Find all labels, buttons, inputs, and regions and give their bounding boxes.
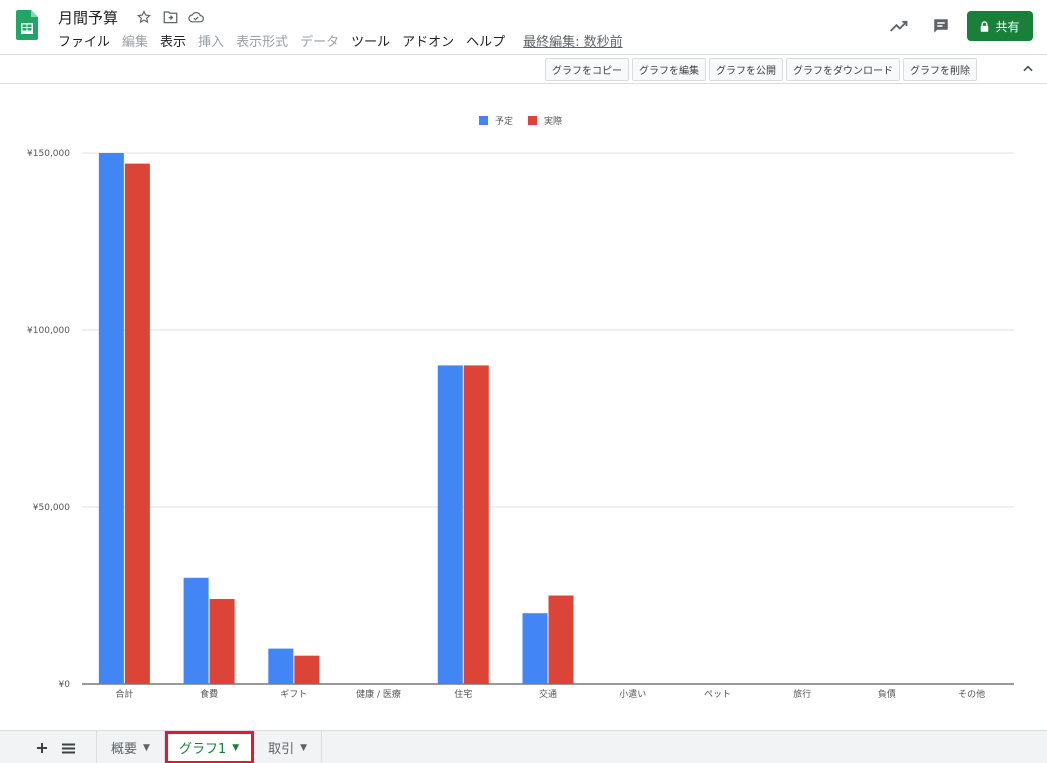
share-button[interactable]: 共有 (967, 11, 1033, 41)
menu-bar: ファイル 編集 表示 挿入 表示形式 データ ツール アドオン ヘルプ 最終編集: 数秒前 (58, 31, 623, 50)
comments-icon[interactable] (925, 11, 957, 41)
add-sheet-icon[interactable] (36, 739, 48, 758)
menu-item-4[interactable]: 表示形式 (236, 31, 288, 50)
tab-dropdown-caret-icon[interactable]: ▼ (300, 743, 307, 753)
all-sheets-menu-icon[interactable] (62, 739, 75, 758)
chart-toolbar-button-4[interactable]: グラフを削除 (903, 58, 977, 81)
y-tick-label: ¥50,000 (33, 503, 70, 513)
bar-actual (124, 163, 150, 684)
cloud-saved-icon[interactable] (188, 9, 204, 25)
bar-planned (98, 153, 124, 684)
legend-swatch (528, 116, 537, 125)
move-folder-icon[interactable] (162, 9, 178, 25)
tab-dropdown-caret-icon[interactable]: ▼ (232, 743, 239, 753)
x-tick-label: 負債 (878, 688, 896, 700)
menu-item-0[interactable]: ファイル (58, 31, 110, 50)
legend-label: 実際 (544, 115, 562, 127)
x-tick-label: 小遣い (619, 688, 646, 700)
y-tick-label: ¥0 (59, 680, 71, 690)
x-tick-label: 食費 (200, 688, 218, 700)
legend-label: 予定 (495, 115, 513, 127)
lock-icon (981, 20, 989, 32)
sheet-tab-label: 取引 (268, 742, 295, 757)
sheet-tab-bar: 概要 ▼ グラフ1 ▼ 取引 ▼ (0, 730, 1047, 763)
menu-item-2[interactable]: 表示 (160, 31, 186, 50)
bar-planned (522, 613, 548, 684)
x-tick-label: ペット (704, 690, 731, 700)
menu-item-3[interactable]: 挿入 (198, 31, 224, 50)
menu-item-7[interactable]: アドオン (402, 31, 454, 50)
y-tick-label: ¥100,000 (27, 326, 70, 336)
collapse-chevron-up-icon[interactable] (1021, 61, 1037, 77)
x-tick-label: 合計 (115, 688, 133, 700)
bar-actual (548, 595, 574, 684)
bar-planned (183, 577, 209, 684)
x-tick-label: 健康 / 医療 (356, 688, 401, 700)
chart-toolbar-button-3[interactable]: グラフをダウンロード (786, 58, 900, 81)
chart-toolbar-button-0[interactable]: グラフをコピー (545, 58, 629, 81)
bar-actual (294, 655, 320, 684)
y-tick-label: ¥150,000 (27, 149, 70, 159)
sheet-tab-label: グラフ1 (178, 742, 227, 757)
tab-dropdown-caret-icon[interactable]: ▼ (143, 743, 150, 753)
sheet-tab-0[interactable]: 概要 ▼ (96, 731, 165, 763)
x-tick-label: 住宅 (454, 688, 472, 700)
activity-trend-icon[interactable] (883, 11, 915, 41)
share-label: 共有 (995, 19, 1020, 34)
menu-item-5[interactable]: データ (300, 31, 339, 50)
bar-chart: ¥0 ¥50,000 ¥100,000 ¥150,000 合計 食費 ギフト 健康 / 医療 住… (27, 115, 1014, 700)
chart-area: ¥0 ¥50,000 ¥100,000 ¥150,000 合計 食費 ギフト 健康 / 医療 住… (0, 84, 1047, 730)
sheet-tab-1[interactable]: グラフ1 ▼ (164, 731, 255, 763)
menu-item-8[interactable]: ヘルプ (466, 31, 505, 50)
bar-actual (209, 599, 235, 684)
menu-item-6[interactable]: ツール (351, 31, 390, 50)
x-tick-label: ギフト (280, 689, 307, 700)
app-header: 月間予算 ファイル 編集 表示 挿入 表示形式 データ ツール アドオン ヘルプ 最終編集: 数秒… (0, 0, 1047, 54)
x-tick-label: 交通 (539, 688, 557, 700)
menu-item-1[interactable]: 編集 (122, 31, 148, 50)
sheet-tab-label: 概要 (111, 742, 138, 757)
document-title[interactable]: 月間予算 (58, 7, 118, 28)
sheet-tab-2[interactable]: 取引 ▼ (254, 731, 323, 763)
x-tick-label: その他 (958, 688, 985, 700)
bar-planned (437, 365, 463, 684)
legend-swatch (479, 116, 488, 125)
chart-toolbar-button-2[interactable]: グラフを公開 (709, 58, 783, 81)
last-edit-link[interactable]: 最終編集: 数秒前 (523, 31, 623, 50)
chart-toolbar: グラフをコピー グラフを編集 グラフを公開 グラフをダウンロード グラフを削除 (0, 54, 1047, 84)
x-tick-label: 旅行 (793, 688, 811, 700)
sheets-logo-icon[interactable] (16, 10, 38, 40)
star-icon[interactable] (136, 9, 152, 25)
chart-toolbar-button-1[interactable]: グラフを編集 (632, 58, 706, 81)
bar-planned (268, 648, 294, 684)
bar-actual (463, 365, 489, 684)
